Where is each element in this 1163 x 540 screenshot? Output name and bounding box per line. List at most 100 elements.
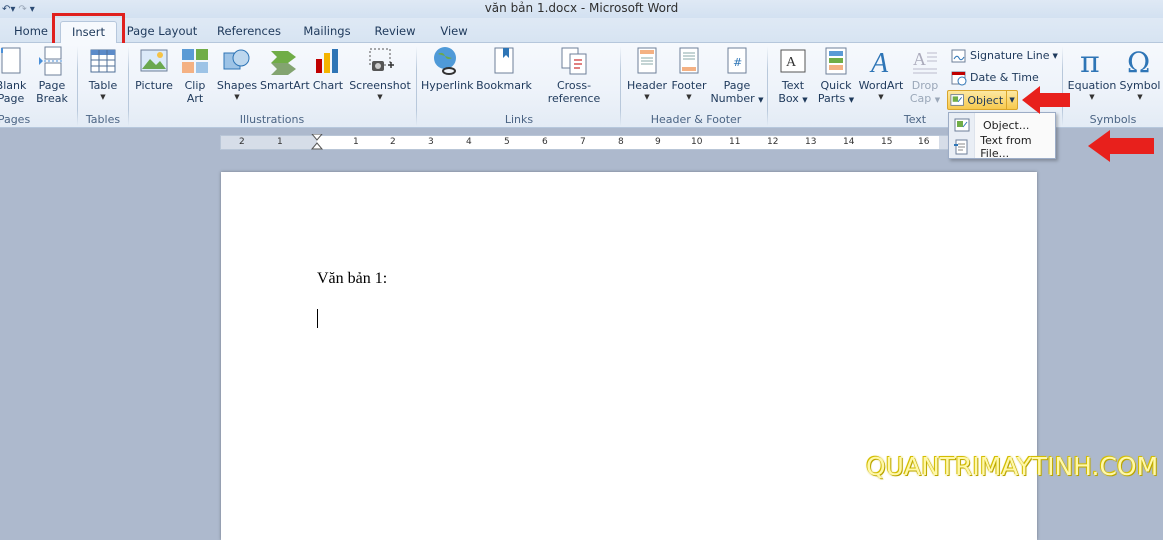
quick-parts-button[interactable]: Quick Parts ▼ <box>815 45 857 106</box>
clip-art-icon <box>182 49 208 73</box>
tab-view[interactable]: View <box>436 21 472 43</box>
object-icon <box>950 94 964 106</box>
ruler-label: 8 <box>618 137 624 147</box>
svg-text:#: # <box>733 56 742 69</box>
window-title: văn bản 1.docx - Microsoft Word <box>484 1 679 15</box>
object-dropdown-arrow[interactable]: ▼ <box>1006 91 1017 109</box>
group-label-header-footer: Header & Footer <box>650 113 742 126</box>
ruler-label: 3 <box>428 137 434 147</box>
hyperlink-icon <box>434 47 456 75</box>
tab-mailings[interactable]: Mailings <box>300 21 354 43</box>
chart-button[interactable]: Chart <box>311 45 345 93</box>
svg-text:π: π <box>1080 45 1100 77</box>
tab-review[interactable]: Review <box>370 21 420 43</box>
wordart-button[interactable]: A WordArt ▼ <box>857 45 905 101</box>
group-label-pages: Pages <box>0 113 31 126</box>
group-separator <box>620 46 621 126</box>
omega-icon: Ω <box>1127 46 1150 77</box>
page-number-icon: # <box>727 47 747 74</box>
chart-icon <box>316 49 338 73</box>
footer-button[interactable]: Footer ▼ <box>668 45 710 101</box>
indent-marker-icon[interactable] <box>311 134 323 151</box>
text-box-button[interactable]: A Text Box ▼ <box>773 45 813 106</box>
date-time-icon <box>951 71 967 86</box>
screenshot-button[interactable]: Screenshot ▼ <box>349 45 411 101</box>
equation-button[interactable]: π Equation ▼ <box>1066 45 1118 101</box>
smartart-button[interactable]: SmartArt <box>260 45 310 93</box>
group-label-symbols: Symbols <box>1089 113 1137 126</box>
header-icon <box>637 47 657 74</box>
ruler-label: 13 <box>805 137 817 147</box>
horizontal-ruler[interactable]: 2 1 1 2 3 4 5 6 7 8 9 10 11 12 13 14 15 … <box>220 134 950 151</box>
drop-cap-icon: A <box>913 49 937 74</box>
header-button[interactable]: Header ▼ <box>626 45 668 101</box>
table-icon <box>90 49 116 73</box>
blank-page-icon <box>1 47 21 74</box>
clip-art-button[interactable]: Clip Art <box>178 45 212 105</box>
group-label-illustrations: Illustrations <box>239 113 305 126</box>
hyperlink-button[interactable]: Hyperlink <box>421 45 474 93</box>
footer-icon <box>679 47 699 74</box>
text-cursor <box>317 309 318 328</box>
tab-page-layout[interactable]: Page Layout <box>126 21 198 43</box>
smartart-icon <box>271 51 296 75</box>
document-page[interactable]: Văn bản 1: <box>221 172 1037 540</box>
ruler-label: 10 <box>691 137 703 147</box>
group-label-links: Links <box>504 113 534 126</box>
group-separator <box>128 46 129 126</box>
text-file-icon <box>953 139 968 155</box>
ruler-margin-left <box>221 136 317 149</box>
blank-page-button[interactable]: BlankPage <box>0 45 30 105</box>
bookmark-icon <box>494 47 514 74</box>
quick-parts-icon <box>825 47 847 75</box>
page-number-button[interactable]: # Page Number ▼ <box>710 45 764 106</box>
svg-text:A: A <box>913 49 926 69</box>
wordart-icon: A <box>869 48 889 77</box>
shapes-button[interactable]: Shapes ▼ <box>216 45 258 101</box>
bookmark-button[interactable]: Bookmark <box>476 45 532 93</box>
ruler-label: 2 <box>390 137 396 147</box>
pi-icon: π <box>1080 45 1100 77</box>
insert-tab-highlight <box>52 13 125 46</box>
ruler-label: 1 <box>277 137 283 147</box>
ruler-label: 11 <box>729 137 741 147</box>
shapes-icon <box>223 49 250 70</box>
arrow-annotation-icon <box>1022 86 1070 114</box>
ruler-label: 16 <box>918 137 930 147</box>
menu-item-object[interactable]: Object... <box>949 114 1055 136</box>
tab-home[interactable]: Home <box>10 21 52 43</box>
title-bar: ↶▾ ↷ ▾ văn bản 1.docx - Microsoft Word <box>0 0 1163 18</box>
signature-line-button[interactable]: Signature Line ▼ <box>951 46 1058 66</box>
object-dropdown-menu: Object... Text from File... <box>948 112 1056 160</box>
table-button[interactable]: Table ▼ <box>84 45 122 101</box>
text-box-icon: A <box>780 49 806 73</box>
page-break-icon <box>39 46 64 76</box>
picture-icon <box>140 49 168 72</box>
object-button[interactable]: Object ▼ <box>947 90 1018 110</box>
watermark: QUANTRIMAYTINH.COM <box>866 452 1159 481</box>
document-text[interactable]: Văn bản 1: <box>317 270 387 288</box>
group-separator <box>416 46 417 126</box>
page-break-button[interactable]: Page Break <box>33 45 71 105</box>
group-label-text: Text <box>903 113 927 126</box>
tab-references[interactable]: References <box>214 21 284 43</box>
ribbon-tabs: Home Insert Page Layout References Maili… <box>0 18 1163 44</box>
cross-reference-icon <box>561 47 587 75</box>
object-icon <box>954 118 970 132</box>
signature-line-icon <box>951 49 966 63</box>
menu-item-text-from-file[interactable]: Text from File... <box>949 134 1055 160</box>
arrow-annotation-icon <box>1088 130 1154 162</box>
ruler-label: 2 <box>239 137 245 147</box>
ruler-label: 1 <box>353 137 359 147</box>
screenshot-icon <box>369 48 394 71</box>
drop-cap-button[interactable]: A Drop Cap ▼ <box>906 45 944 106</box>
ruler-label: 14 <box>843 137 855 147</box>
picture-button[interactable]: Picture <box>133 45 175 93</box>
cross-reference-button[interactable]: Cross-reference <box>533 45 615 105</box>
ruler-label: 7 <box>580 137 586 147</box>
symbol-button[interactable]: Ω Symbol ▼ <box>1118 45 1162 101</box>
ruler-label: 15 <box>881 137 893 147</box>
svg-text:A: A <box>869 48 889 77</box>
ruler-label: 6 <box>542 137 548 147</box>
ruler-label: 12 <box>767 137 779 147</box>
